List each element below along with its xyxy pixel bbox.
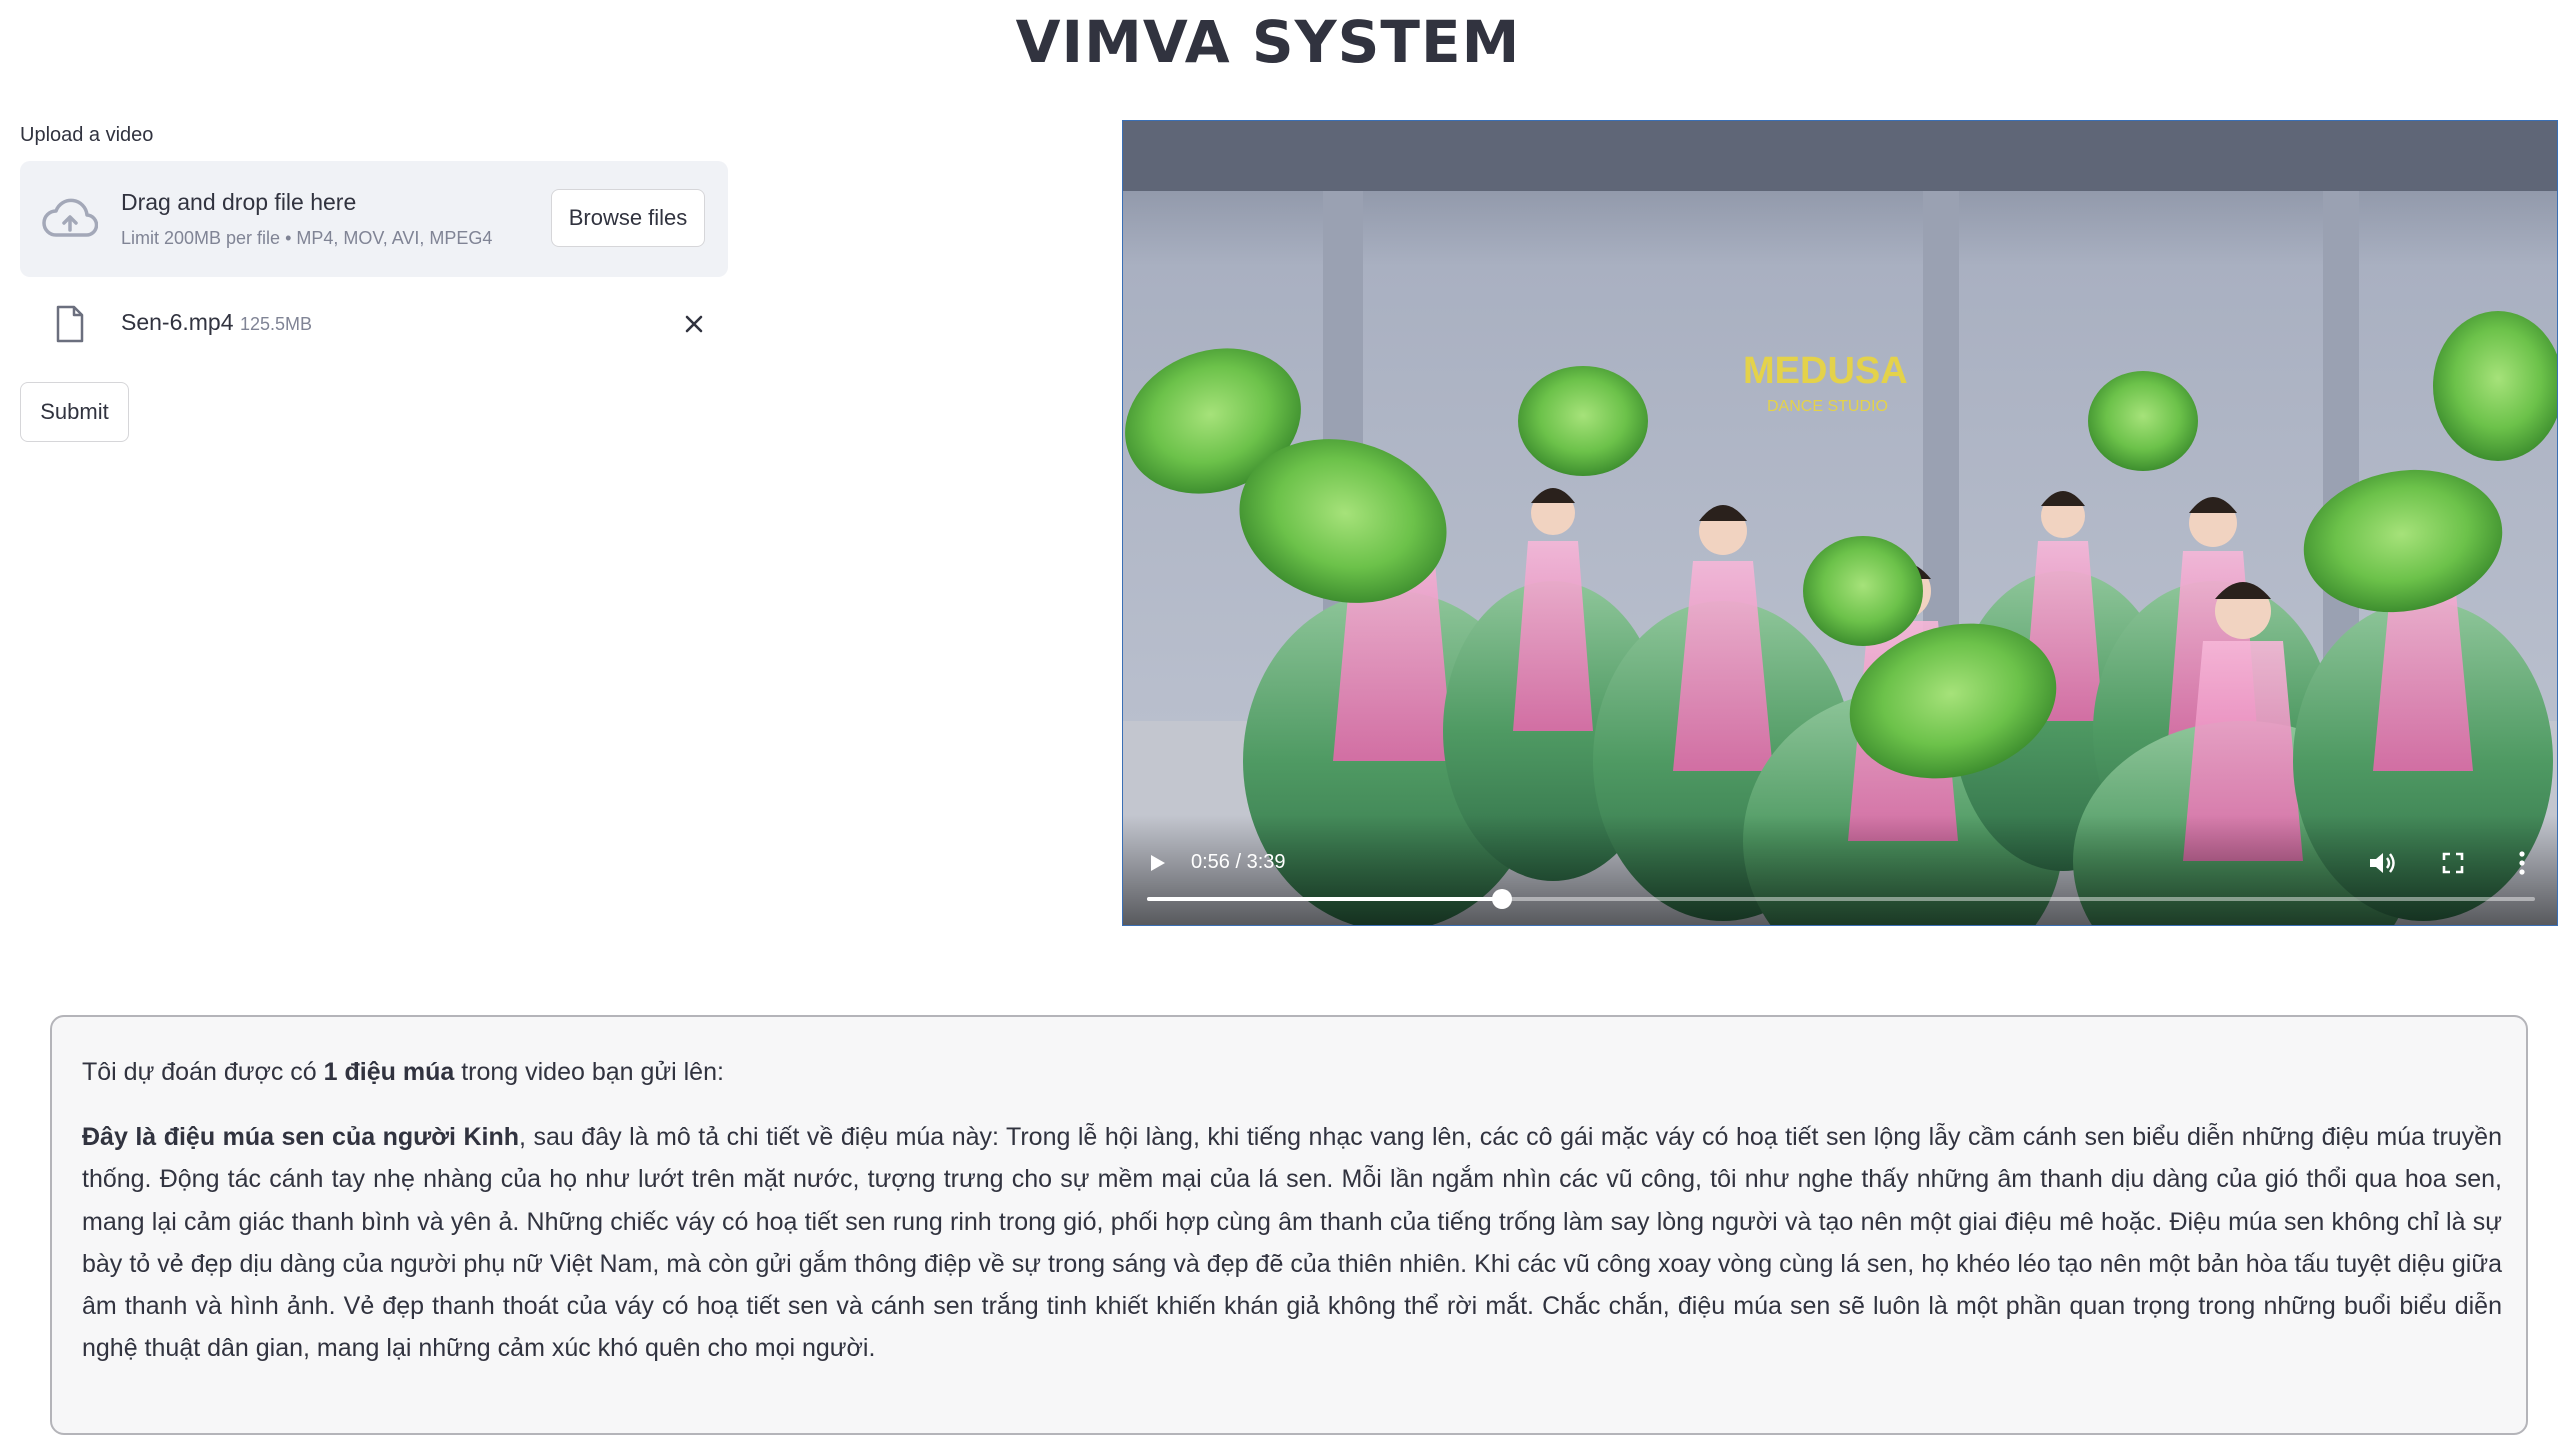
video-player[interactable]: MEDUSA DANCE STUDIO 0:56 / 3:39 bbox=[1122, 120, 2558, 926]
video-progress-track[interactable] bbox=[1147, 889, 2535, 909]
dance-description: , sau đây là mô tả chi tiết về điệu múa … bbox=[82, 1123, 2502, 1363]
uploaded-file-name: Sen-6.mp4 bbox=[121, 309, 234, 335]
upload-label: Upload a video bbox=[20, 124, 154, 146]
dropzone-instructions: Drag and drop file here bbox=[121, 189, 357, 215]
summary-prefix: Tôi dự đoán được có bbox=[82, 1058, 324, 1086]
video-time: 0:56 / 3:39 bbox=[1191, 851, 1286, 873]
video-controls: 0:56 / 3:39 bbox=[1123, 815, 2557, 925]
page-title: VIMVA SYSTEM bbox=[1015, 8, 1521, 76]
uploaded-file-size: 125.5MB bbox=[240, 314, 313, 334]
prediction-description: Đây là điệu múa sen của người Kinh, sau … bbox=[82, 1116, 2502, 1370]
submit-button[interactable]: Submit bbox=[20, 382, 129, 442]
summary-count: 1 điệu múa bbox=[323, 1058, 455, 1086]
video-progress-handle[interactable] bbox=[1491, 889, 1512, 909]
cloud-upload-icon bbox=[42, 198, 98, 237]
browse-files-button[interactable]: Browse files bbox=[551, 189, 705, 247]
dropzone-limit: Limit 200MB per file • MP4, MOV, AVI, MP… bbox=[121, 228, 493, 248]
prediction-result-box: Tôi dự đoán được có 1 điệu múa trong vid… bbox=[50, 1015, 2528, 1435]
video-progress-fill bbox=[1147, 897, 1502, 901]
close-icon[interactable] bbox=[680, 310, 708, 338]
more-options-icon[interactable] bbox=[2517, 849, 2527, 877]
play-icon[interactable] bbox=[1145, 851, 1169, 875]
prediction-summary: Tôi dự đoán được có 1 điệu múa trong vid… bbox=[82, 1051, 2502, 1093]
watermark-sub: DANCE STUDIO bbox=[1767, 398, 1888, 415]
file-icon bbox=[56, 305, 84, 343]
file-dropzone[interactable]: Drag and drop file here Limit 200MB per … bbox=[20, 161, 728, 277]
uploaded-file-row: Sen-6.mp4 125.5MB bbox=[20, 296, 728, 352]
volume-icon[interactable] bbox=[2367, 849, 2397, 877]
summary-suffix: trong video bạn gửi lên: bbox=[454, 1058, 724, 1086]
dance-name: Đây là điệu múa sen của người Kinh bbox=[82, 1123, 520, 1151]
fullscreen-icon[interactable] bbox=[2441, 851, 2465, 875]
video-frame-dancers: MEDUSA DANCE STUDIO bbox=[1123, 121, 2557, 925]
watermark-brand: MEDUSA bbox=[1743, 350, 1908, 392]
